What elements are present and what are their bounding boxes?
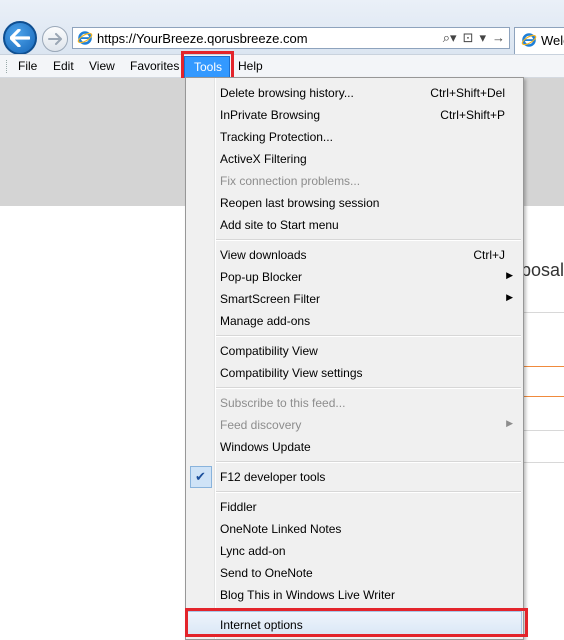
search-icon[interactable]: ⌕▾	[443, 30, 457, 45]
menu-item-pop-up-blocker[interactable]: Pop-up Blocker ▶	[188, 266, 521, 288]
menu-item-activex-filtering[interactable]: ActiveX Filtering	[188, 148, 521, 170]
menu-item-f12-developer-tools[interactable]: ✔ F12 developer tools	[188, 466, 521, 488]
menu-bar: File Edit View Favorites Tools Help	[0, 54, 564, 79]
menu-item-reopen-last-browsing-session[interactable]: Reopen last browsing session	[188, 192, 521, 214]
menu-item-compatibility-view-settings[interactable]: Compatibility View settings	[188, 362, 521, 384]
menu-separator	[216, 335, 521, 337]
address-bar-icons: ⌕▾ ⊡ ▾ →	[437, 30, 505, 46]
page-accent-line	[521, 396, 564, 397]
menu-item-label: Pop-up Blocker	[220, 270, 303, 284]
menu-grip	[6, 60, 9, 73]
menu-item-manage-add-ons[interactable]: Manage add-ons	[188, 310, 521, 332]
compat-view-icon[interactable]: ⊡	[463, 30, 474, 45]
submenu-arrow-icon: ▶	[506, 418, 513, 428]
menu-item-send-to-onenote[interactable]: Send to OneNote	[188, 562, 521, 584]
menu-item-blog-this-in-windows-live-writer[interactable]: Blog This in Windows Live Writer	[188, 584, 521, 606]
submenu-arrow-icon: ▶	[506, 270, 513, 280]
page-divider	[521, 430, 564, 431]
menu-item-smartscreen-filter[interactable]: SmartScreen Filter ▶	[188, 288, 521, 310]
menu-item-shortcut: Ctrl+Shift+Del	[430, 86, 505, 100]
menu-favorites[interactable]: Favorites	[130, 59, 179, 73]
page-heading: posal	[521, 260, 564, 280]
page-accent-line	[521, 366, 564, 367]
menu-item-label: Compatibility View	[220, 344, 318, 358]
menu-item-label: Feed discovery	[220, 418, 302, 432]
menu-separator	[216, 461, 521, 463]
navigation-bar: https://YourBreeze.qorusbreeze.com ⌕▾ ⊡ ▾ →…	[0, 0, 564, 55]
menu-item-feed-discovery: Feed discovery ▶	[188, 414, 521, 436]
tab-title: Welc	[541, 33, 564, 48]
submenu-arrow-icon: ▶	[506, 292, 513, 302]
tab-favicon-icon	[521, 33, 537, 47]
menu-item-label: Blog This in Windows Live Writer	[220, 588, 395, 602]
menu-separator	[216, 387, 521, 389]
ie-logo-icon	[77, 31, 93, 45]
checkmark-icon: ✔	[190, 466, 212, 488]
menu-item-lync-add-on[interactable]: Lync add-on	[188, 540, 521, 562]
menu-item-shortcut: Ctrl+Shift+P	[440, 108, 505, 122]
menu-item-label: Manage add-ons	[220, 314, 311, 328]
back-arrow-icon	[10, 29, 30, 47]
forward-arrow-icon	[48, 33, 62, 45]
internet-options-highlight-box	[185, 608, 528, 637]
menu-item-subscribe-to-this-feed: Subscribe to this feed...	[188, 392, 521, 414]
menu-item-tracking-protection[interactable]: Tracking Protection...	[188, 126, 521, 148]
tools-dropdown-menu: Delete browsing history... Ctrl+Shift+Del…	[185, 77, 524, 640]
menu-item-label: ActiveX Filtering	[220, 152, 307, 166]
menu-help[interactable]: Help	[238, 59, 263, 73]
page-divider	[521, 312, 564, 313]
menu-item-label: Delete browsing history...	[220, 86, 354, 100]
menu-item-label: Add site to Start menu	[220, 218, 339, 232]
menu-item-fix-connection-problems: Fix connection problems...	[188, 170, 521, 192]
menu-item-label: SmartScreen Filter	[220, 292, 321, 306]
menu-item-onenote-linked-notes[interactable]: OneNote Linked Notes	[188, 518, 521, 540]
menu-separator	[216, 239, 521, 241]
menu-item-inprivate-browsing[interactable]: InPrivate Browsing Ctrl+Shift+P	[188, 104, 521, 126]
go-icon[interactable]: →	[492, 30, 505, 45]
page-divider	[521, 462, 564, 463]
menu-separator	[216, 491, 521, 493]
address-bar[interactable]: https://YourBreeze.qorusbreeze.com ⌕▾ ⊡ ▾ →	[72, 27, 510, 49]
address-url[interactable]: https://YourBreeze.qorusbreeze.com	[97, 31, 308, 46]
menu-view[interactable]: View	[89, 59, 115, 73]
menu-item-fiddler[interactable]: Fiddler	[188, 496, 521, 518]
forward-button[interactable]	[42, 26, 68, 52]
menu-item-label: Send to OneNote	[220, 566, 313, 580]
menu-item-label: Fiddler	[220, 500, 257, 514]
menu-item-shortcut: Ctrl+J	[473, 248, 505, 262]
menu-item-view-downloads[interactable]: View downloads Ctrl+J	[188, 244, 521, 266]
menu-file[interactable]: File	[18, 59, 37, 73]
menu-item-delete-browsing-history[interactable]: Delete browsing history... Ctrl+Shift+Del	[188, 82, 521, 104]
menu-item-label: F12 developer tools	[220, 470, 326, 484]
menu-item-label: Fix connection problems...	[220, 174, 361, 188]
menu-item-label: OneNote Linked Notes	[220, 522, 342, 536]
menu-item-label: InPrivate Browsing	[220, 108, 321, 122]
menu-item-label: View downloads	[220, 248, 307, 262]
menu-edit[interactable]: Edit	[53, 59, 74, 73]
menu-item-label: Tracking Protection...	[220, 130, 333, 144]
menu-item-label: Lync add-on	[220, 544, 286, 558]
menu-item-label: Windows Update	[220, 440, 311, 454]
back-button[interactable]	[3, 21, 37, 55]
menu-item-add-site-to-start-menu[interactable]: Add site to Start menu	[188, 214, 521, 236]
browser-tab[interactable]: Welc	[514, 27, 564, 54]
menu-item-windows-update[interactable]: Windows Update	[188, 436, 521, 458]
menu-item-label: Compatibility View settings	[220, 366, 363, 380]
menu-item-label: Reopen last browsing session	[220, 196, 380, 210]
menu-item-compatibility-view[interactable]: Compatibility View	[188, 340, 521, 362]
refresh-icon[interactable]: ▾	[479, 30, 486, 45]
menu-item-label: Subscribe to this feed...	[220, 396, 346, 410]
